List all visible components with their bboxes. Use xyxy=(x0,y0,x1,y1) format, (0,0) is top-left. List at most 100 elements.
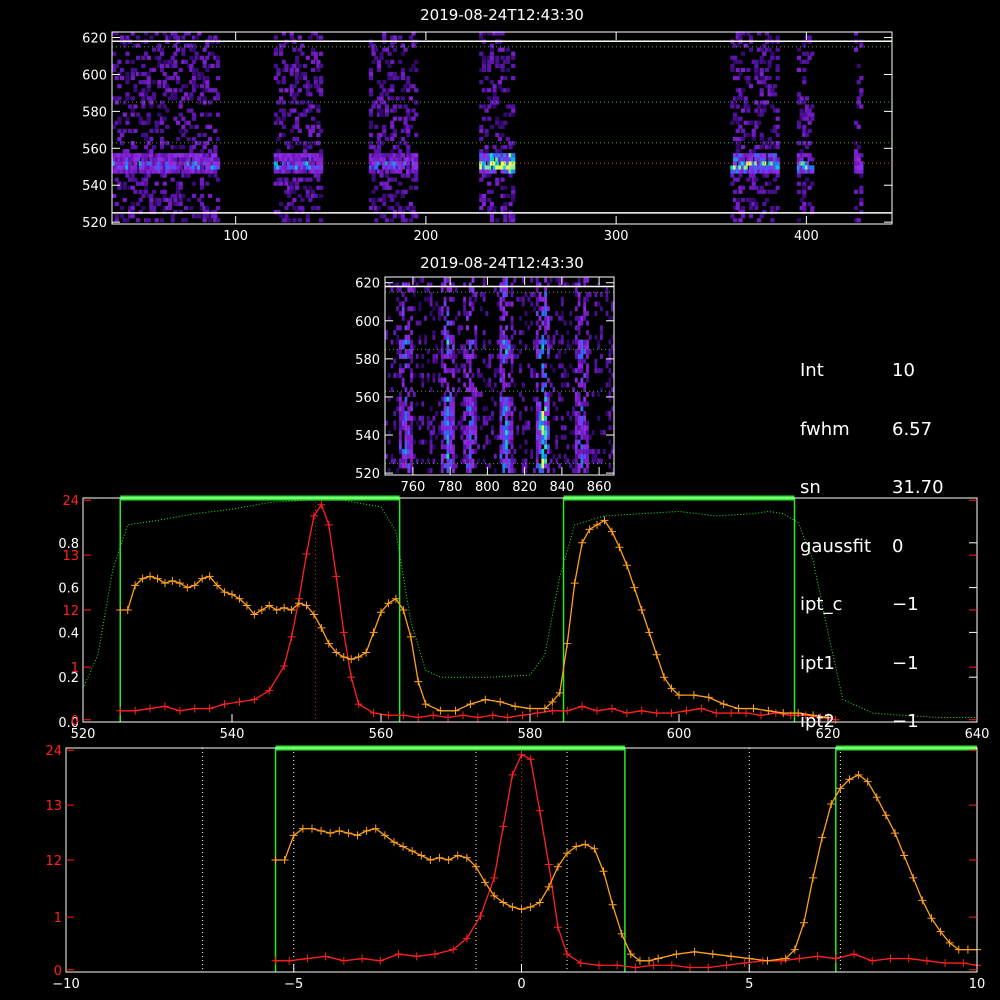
map-pixel xyxy=(281,124,286,129)
map-pixel xyxy=(468,396,472,402)
map-pixel xyxy=(396,325,399,331)
map-pixel xyxy=(183,92,189,97)
map-pixel xyxy=(446,349,450,355)
map-pixel xyxy=(544,339,547,345)
map-pixel xyxy=(502,330,506,336)
map-pixel xyxy=(125,218,130,223)
orange-point xyxy=(168,576,177,585)
map-pixel xyxy=(527,325,531,331)
map-pixel xyxy=(580,401,584,407)
x-tick-label: 540 xyxy=(220,727,245,742)
red-point xyxy=(339,628,348,637)
map-pixel xyxy=(382,193,387,198)
map-pixel xyxy=(414,185,419,190)
map-pixel xyxy=(491,430,494,436)
map-pixel xyxy=(583,468,587,474)
map-pixel xyxy=(440,363,444,369)
map-pixel xyxy=(141,55,146,60)
map-pixel xyxy=(130,108,135,113)
red-point xyxy=(533,709,542,718)
map-pixel xyxy=(510,396,514,402)
map-pixel xyxy=(608,358,612,364)
map-pixel xyxy=(407,415,411,421)
map-pixel xyxy=(443,377,447,383)
red-point xyxy=(756,711,765,720)
map-pixel xyxy=(404,434,408,440)
map-pixel xyxy=(202,63,207,69)
map-pixel xyxy=(414,157,419,162)
map-pixel xyxy=(856,145,861,150)
map-pixel xyxy=(414,132,419,138)
map-pixel xyxy=(379,169,384,174)
map-pixel xyxy=(376,80,382,85)
map-pixel xyxy=(170,55,175,60)
map-pixel xyxy=(305,55,310,60)
map-pixel xyxy=(484,145,489,150)
red-point xyxy=(831,954,840,963)
map-pixel xyxy=(511,197,516,203)
map-pixel xyxy=(130,76,135,81)
map-pixel xyxy=(574,306,578,312)
map-pixel xyxy=(305,88,310,93)
map-pixel xyxy=(588,291,592,297)
map-pixel xyxy=(859,43,864,48)
map-pixel xyxy=(449,320,453,326)
map-pixel xyxy=(535,453,539,459)
map-pixel xyxy=(305,193,310,198)
map-pixel xyxy=(374,47,379,52)
orange-point xyxy=(578,538,587,547)
x-tick-label: −5 xyxy=(284,977,303,992)
map-pixel xyxy=(544,320,547,326)
map-pixel xyxy=(754,185,759,190)
orange-point xyxy=(317,623,326,632)
map-pixel xyxy=(751,149,756,154)
map-pixel xyxy=(574,463,578,469)
map-pixel xyxy=(544,420,547,426)
map-pixel xyxy=(463,401,466,407)
map-pixel xyxy=(432,377,436,383)
map-pixel xyxy=(471,406,475,412)
map-pixel xyxy=(775,67,780,73)
map-pixel xyxy=(546,468,550,474)
map-pixel xyxy=(284,205,289,211)
map-pixel xyxy=(404,334,408,340)
map-pixel xyxy=(122,112,127,117)
map-pixel xyxy=(125,35,130,40)
map-pixel xyxy=(308,92,313,97)
map-pixel xyxy=(407,449,411,455)
map-pixel xyxy=(194,35,199,40)
red-point xyxy=(499,822,508,831)
red-point xyxy=(667,709,676,718)
map-pixel xyxy=(130,96,135,101)
map-pixel xyxy=(446,396,450,402)
map-pixel xyxy=(390,59,395,64)
map-pixel xyxy=(460,434,464,440)
map-pixel xyxy=(775,35,780,40)
map-pixel xyxy=(463,444,466,450)
map-pixel xyxy=(143,189,149,194)
map-pixel xyxy=(418,301,422,307)
map-pixel xyxy=(407,468,411,474)
map-pixel xyxy=(465,406,469,412)
map-pixel xyxy=(580,339,584,345)
map-pixel xyxy=(751,173,756,178)
map-pixel xyxy=(530,291,534,297)
map-pixel xyxy=(292,84,297,89)
map-pixel xyxy=(407,339,411,345)
y-tick-label: 560 xyxy=(82,142,107,157)
map-pixel xyxy=(443,325,447,331)
map-pixel xyxy=(586,291,589,297)
map-pixel xyxy=(487,63,492,69)
map-pixel xyxy=(732,218,738,223)
map-pixel xyxy=(429,439,433,445)
map-pixel xyxy=(740,197,746,203)
map-pixel xyxy=(497,149,503,154)
red-point xyxy=(131,706,140,715)
map-pixel xyxy=(503,214,508,219)
map-pixel xyxy=(577,401,581,407)
map-pixel xyxy=(533,291,536,297)
orange-point xyxy=(175,579,184,588)
map-pixel xyxy=(859,76,864,81)
map-pixel xyxy=(591,391,595,397)
map-pixel xyxy=(511,55,516,60)
